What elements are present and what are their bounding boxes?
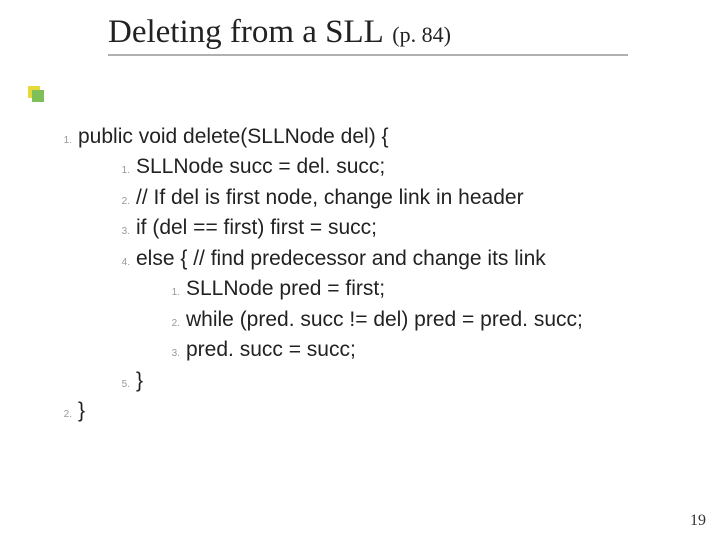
title-underline: [108, 54, 628, 56]
code-line: 1. public void delete(SLLNode del) {: [58, 122, 583, 152]
code-text: if (del == first) first = succ;: [136, 216, 377, 239]
code-line: 3. if (del == first) first = succ;: [58, 213, 583, 243]
code-text: while (pred. succ != del) pred = pred. s…: [186, 308, 583, 331]
line-number: 2.: [58, 408, 72, 423]
code-text: }: [78, 399, 85, 422]
title-main: Deleting from a SLL: [108, 14, 384, 50]
line-number: 1.: [166, 286, 180, 301]
line-number: 2.: [116, 195, 130, 210]
slide-title: Deleting from a SLL (p. 84): [108, 14, 451, 51]
code-line: 2.}: [58, 396, 583, 426]
code-line: 3. pred. succ = succ;: [58, 335, 583, 365]
line-number: 3.: [166, 347, 180, 362]
line-number: 3.: [116, 225, 130, 240]
line-number: 1.: [58, 134, 72, 149]
code-text: else { // find predecessor and change it…: [136, 247, 546, 270]
code-text: }: [136, 369, 143, 392]
code-text: public void delete(SLLNode del) {: [78, 125, 389, 148]
code-block: 1. public void delete(SLLNode del) { 1. SL…: [58, 122, 583, 426]
code-text: SLLNode pred = first;: [186, 277, 385, 300]
code-text: // If del is first node, change link in …: [136, 186, 524, 209]
code-text: pred. succ = succ;: [186, 338, 356, 361]
line-number: 4.: [116, 256, 130, 271]
code-line: 1. SLLNode succ = del. succ;: [58, 152, 583, 182]
code-line: 5.}: [58, 366, 583, 396]
code-line: 2. while (pred. succ != del) pred = pred.…: [58, 305, 583, 335]
code-line: 4. else { // find predecessor and change …: [58, 244, 583, 274]
code-text: SLLNode succ = del. succ;: [136, 155, 385, 178]
code-line: 1. SLLNode pred = first;: [58, 274, 583, 304]
title-sub: (p. 84): [392, 22, 451, 47]
line-number: 2.: [166, 317, 180, 332]
line-number: 5.: [116, 378, 130, 393]
code-line: 2. // If del is first node, change link i…: [58, 183, 583, 213]
page-number: 19: [690, 512, 706, 530]
line-number: 1.: [116, 164, 130, 179]
accent-square-green: [32, 90, 44, 102]
